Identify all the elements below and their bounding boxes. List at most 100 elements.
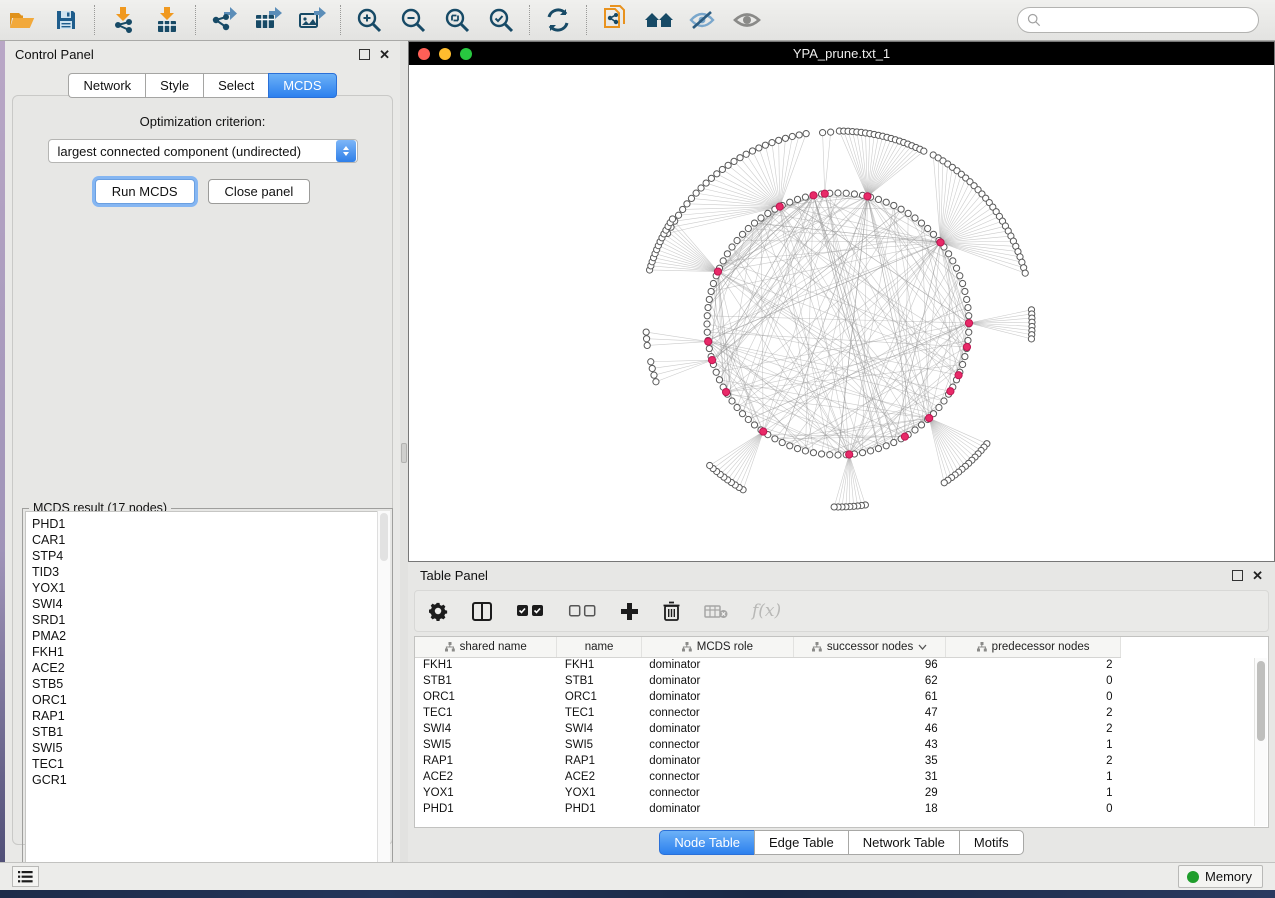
memory-label: Memory xyxy=(1205,869,1252,884)
mcds-result-item[interactable]: YOX1 xyxy=(32,580,389,596)
mcds-result-item[interactable]: STP4 xyxy=(32,548,389,564)
control-panel-title: Control Panel xyxy=(15,47,359,62)
table-row[interactable]: ORC1ORC1dominator610 xyxy=(415,689,1121,705)
zoom-selected-icon[interactable] xyxy=(484,5,518,35)
close-table-panel-icon[interactable]: ✕ xyxy=(1252,570,1263,581)
hide-selected-icon[interactable] xyxy=(686,5,720,35)
mcds-result-list[interactable]: PHD1CAR1STP4TID3YOX1SWI4SRD1PMA2FKH1ACE2… xyxy=(25,511,390,878)
run-mcds-button[interactable]: Run MCDS xyxy=(95,179,195,204)
tab-select[interactable]: Select xyxy=(203,73,268,98)
zoom-fit-icon[interactable] xyxy=(440,5,474,35)
tab-network[interactable]: Network xyxy=(68,73,145,98)
desktop-edge-bottom xyxy=(0,890,1275,898)
save-session-icon[interactable] xyxy=(49,5,83,35)
zoom-out-icon[interactable] xyxy=(396,5,430,35)
column-type-icon xyxy=(812,642,822,652)
mcds-result-item[interactable]: STB1 xyxy=(32,724,389,740)
toolbar-separator xyxy=(529,5,530,35)
mcds-result-group: MCDS result (17 nodes) PHD1CAR1STP4TID3Y… xyxy=(22,508,393,881)
network-canvas[interactable] xyxy=(409,65,1274,561)
table-row[interactable]: ACE2ACE2connector311 xyxy=(415,769,1121,785)
mcds-tab-pane: Optimization criterion: largest connecte… xyxy=(12,95,393,845)
mcds-result-item[interactable]: SWI5 xyxy=(32,740,389,756)
import-table-icon[interactable] xyxy=(150,5,184,35)
memory-button[interactable]: Memory xyxy=(1178,865,1263,888)
mcds-list-scrollbar[interactable] xyxy=(377,511,390,878)
table-row[interactable]: SWI4SWI4dominator462 xyxy=(415,721,1121,737)
table-scrollbar[interactable] xyxy=(1254,658,1267,826)
float-panel-icon[interactable] xyxy=(359,49,370,60)
first-neighbors-icon[interactable] xyxy=(642,5,676,35)
table-row[interactable]: PHD1PHD1dominator180 xyxy=(415,801,1121,817)
task-history-button[interactable] xyxy=(12,866,39,887)
tab-style[interactable]: Style xyxy=(145,73,203,98)
table-panel: Table Panel ✕ xyxy=(408,562,1275,862)
node-table-container: shared namenameMCDS rolesuccessor nodesp… xyxy=(414,636,1269,828)
clear-checks-icon[interactable] xyxy=(568,604,596,618)
new-network-from-selection-icon[interactable] xyxy=(598,5,632,35)
control-panel-header: Control Panel ✕ xyxy=(5,41,400,67)
gear-icon[interactable] xyxy=(429,602,448,621)
mcds-result-item[interactable]: PMA2 xyxy=(32,628,389,644)
control-panel: Control Panel ✕ NetworkStyleSelectMCDS O… xyxy=(5,41,400,862)
table-scrollbar-thumb[interactable] xyxy=(1257,661,1265,741)
network-graph[interactable] xyxy=(409,65,1274,562)
tab-network-table[interactable]: Network Table xyxy=(848,830,959,855)
column-header-shared-name[interactable]: shared name xyxy=(415,637,557,657)
table-toolbar: f(x) xyxy=(414,590,1269,632)
mcds-result-item[interactable]: PHD1 xyxy=(32,516,389,532)
network-window-title: YPA_prune.txt_1 xyxy=(409,46,1274,61)
column-type-icon xyxy=(445,642,455,652)
float-table-panel-icon[interactable] xyxy=(1232,570,1243,581)
mcds-result-item[interactable]: TID3 xyxy=(32,564,389,580)
open-file-icon[interactable] xyxy=(5,5,39,35)
network-window-titlebar[interactable]: YPA_prune.txt_1 xyxy=(409,42,1274,65)
table-row[interactable]: FKH1FKH1dominator962 xyxy=(415,657,1121,673)
close-panel-icon[interactable]: ✕ xyxy=(379,49,390,60)
splitter-handle[interactable] xyxy=(401,443,407,463)
delete-column-icon[interactable] xyxy=(663,601,680,621)
panel-splitter[interactable] xyxy=(400,41,408,862)
mcds-result-item[interactable]: TEC1 xyxy=(32,756,389,772)
column-header-name[interactable]: name xyxy=(557,637,641,657)
export-network-icon[interactable] xyxy=(207,5,241,35)
close-panel-button[interactable]: Close panel xyxy=(208,179,311,204)
table-row[interactable]: STB1STB1dominator620 xyxy=(415,673,1121,689)
select-all-checks-icon[interactable] xyxy=(516,604,544,618)
split-columns-icon[interactable] xyxy=(472,602,492,621)
main-toolbar xyxy=(0,0,1275,41)
mcds-result-item[interactable]: CAR1 xyxy=(32,532,389,548)
table-row[interactable]: SWI5SWI5connector431 xyxy=(415,737,1121,753)
optimization-criterion-select[interactable]: largest connected component (undirected) xyxy=(48,139,358,163)
mcds-result-item[interactable]: SRD1 xyxy=(32,612,389,628)
mcds-result-item[interactable]: ACE2 xyxy=(32,660,389,676)
mcds-result-item[interactable]: FKH1 xyxy=(32,644,389,660)
mcds-result-item[interactable]: GCR1 xyxy=(32,772,389,788)
mcds-result-item[interactable]: STB5 xyxy=(32,676,389,692)
tab-edge-table[interactable]: Edge Table xyxy=(754,830,848,855)
mcds-result-item[interactable]: ORC1 xyxy=(32,692,389,708)
column-header-successor-nodes[interactable]: successor nodes xyxy=(793,637,945,657)
table-row[interactable]: TEC1TEC1connector472 xyxy=(415,705,1121,721)
search-box[interactable] xyxy=(1017,7,1259,33)
tab-motifs[interactable]: Motifs xyxy=(959,830,1024,855)
status-bar: Memory xyxy=(0,862,1275,890)
export-image-icon[interactable] xyxy=(295,5,329,35)
add-column-icon[interactable] xyxy=(620,602,639,621)
zoom-in-icon[interactable] xyxy=(352,5,386,35)
memory-status-icon xyxy=(1187,871,1199,883)
show-all-icon[interactable] xyxy=(730,5,764,35)
table-row[interactable]: YOX1YOX1connector291 xyxy=(415,785,1121,801)
apply-layout-icon[interactable] xyxy=(541,5,575,35)
tab-mcds[interactable]: MCDS xyxy=(268,73,336,98)
search-input[interactable] xyxy=(1041,10,1258,30)
mcds-result-item[interactable]: SWI4 xyxy=(32,596,389,612)
control-panel-tabs: NetworkStyleSelectMCDS xyxy=(5,73,400,98)
import-network-icon[interactable] xyxy=(106,5,140,35)
table-row[interactable]: RAP1RAP1dominator352 xyxy=(415,753,1121,769)
column-header-predecessor-nodes[interactable]: predecessor nodes xyxy=(946,637,1121,657)
mcds-result-item[interactable]: RAP1 xyxy=(32,708,389,724)
column-header-MCDS-role[interactable]: MCDS role xyxy=(641,637,793,657)
tab-node-table[interactable]: Node Table xyxy=(659,830,754,855)
export-table-icon[interactable] xyxy=(251,5,285,35)
